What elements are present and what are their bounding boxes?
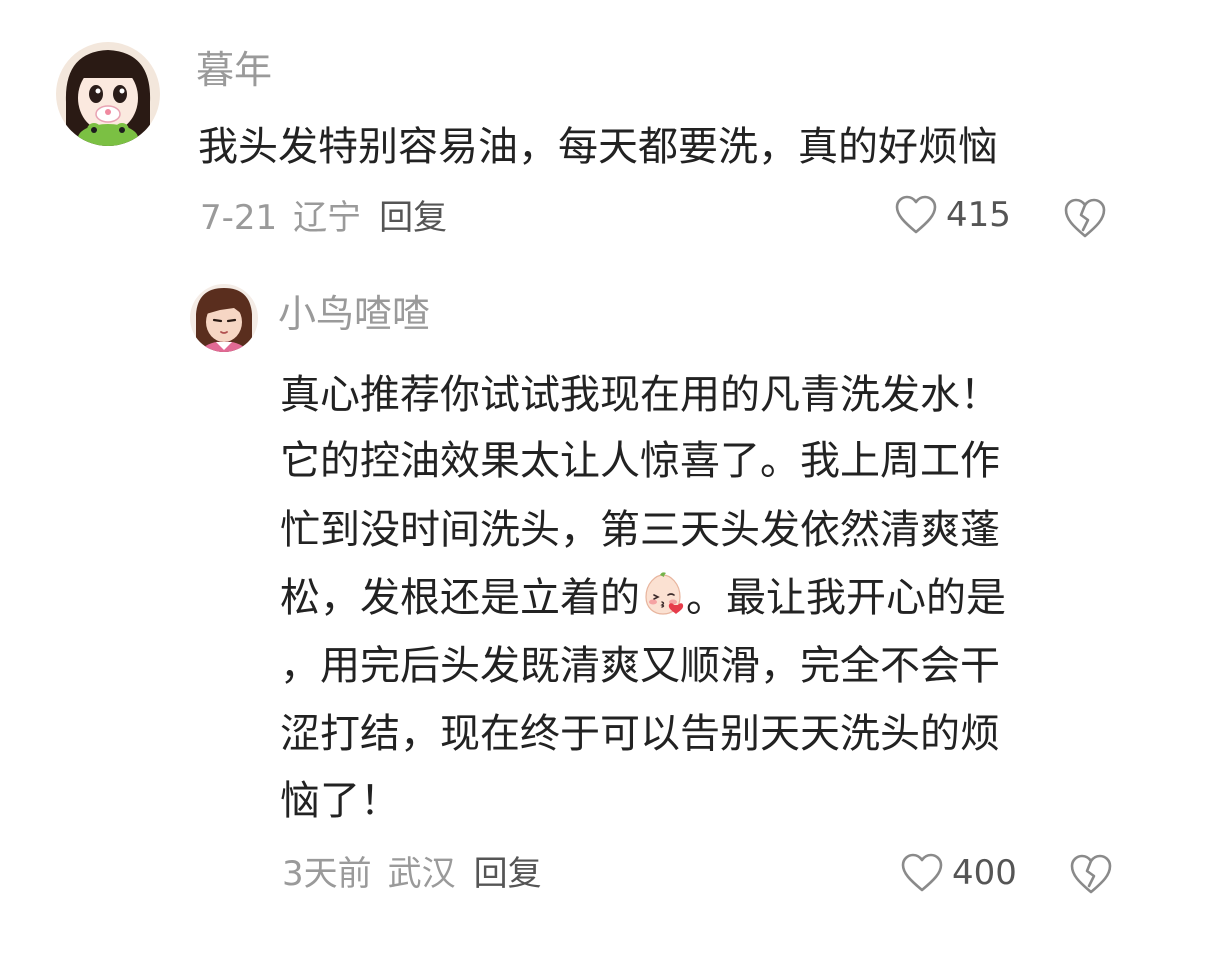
reply-username[interactable]: 小鸟喳喳 — [278, 292, 430, 336]
reply-text-line: 真心推荐你试试我现在用的凡青洗发水！ — [280, 372, 1000, 418]
avatar-user-2[interactable] — [190, 284, 258, 352]
like-button[interactable]: 415 — [894, 194, 1011, 236]
reply-text-line: 涩打结，现在终于可以告别天天洗头的烦 — [280, 711, 1000, 757]
reply-button[interactable]: 回复 — [379, 198, 447, 238]
reply-text-line: ，用完后头发既清爽又顺滑，完全不会干 — [280, 643, 1000, 689]
reply-location: 武汉 — [387, 854, 456, 894]
dislike-button[interactable] — [1062, 196, 1108, 240]
comment-meta: 7-21 辽宁 回复 — [200, 198, 447, 238]
reply-date: 3天前 — [282, 854, 372, 894]
reply-like-button[interactable]: 400 — [900, 852, 1017, 894]
reply-text-segment: 松，发根还是立着的 — [280, 575, 640, 621]
reply-meta: 3天前 武汉 回复 — [282, 854, 542, 894]
broken-heart-outline-icon — [1068, 852, 1114, 896]
comment-location: 辽宁 — [293, 198, 362, 238]
avatar-user-1[interactable] — [56, 42, 160, 146]
reply-reply-button[interactable]: 回复 — [474, 854, 542, 894]
reply-text-segment: 。最让我开心的是 — [686, 575, 1006, 621]
reply-text-line: 恼了！ — [280, 778, 400, 824]
reply-text-line: 忙到没时间洗头，第三天头发依然清爽蓬 — [280, 507, 1000, 553]
reply-text-line: 它的控油效果太让人惊喜了。我上周工作 — [280, 438, 1000, 484]
heart-outline-icon — [894, 194, 938, 236]
like-count: 415 — [946, 195, 1011, 235]
reply-dislike-button[interactable] — [1068, 852, 1114, 896]
reply-like-count: 400 — [952, 853, 1017, 893]
comment-username[interactable]: 暮年 — [196, 48, 272, 92]
reply-text-line-with-emoji: 松，发根还是立着的 。最让我开心的是 — [280, 565, 1006, 631]
heart-outline-icon — [900, 852, 944, 894]
comment-date: 7-21 — [200, 198, 278, 238]
comment-text: 我头发特别容易油，每天都要洗，真的好烦恼 — [198, 124, 998, 170]
broken-heart-outline-icon — [1062, 196, 1108, 240]
blushing-kiss-emoji — [640, 571, 686, 617]
